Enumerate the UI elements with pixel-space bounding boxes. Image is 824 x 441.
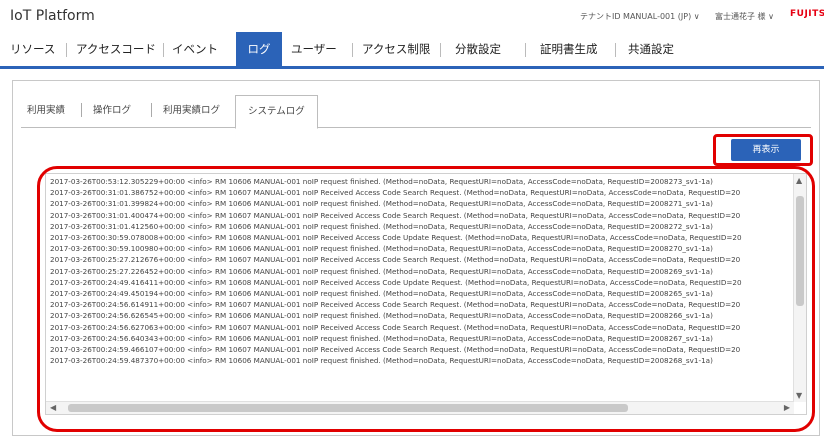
app-title: IoT Platform <box>10 8 95 24</box>
nav-item-event[interactable]: イベント <box>172 32 218 66</box>
tab-usage[interactable]: 利用実績 <box>27 97 65 125</box>
tab-divider <box>81 103 82 117</box>
tab-divider <box>151 103 152 117</box>
user-menu[interactable]: 富士通花子 様 ∨ <box>715 11 774 22</box>
top-header: IoT Platform テナントID MANUAL-001 (JP) ∨ 富士… <box>0 0 824 32</box>
log-tabs: 利用実績 操作ログ 利用実績ログ システムログ <box>21 89 811 129</box>
tab-usage-log[interactable]: 利用実績ログ <box>163 97 220 125</box>
nav-divider <box>163 43 164 57</box>
log-highlight <box>37 166 815 432</box>
nav-item-common-settings[interactable]: 共通設定 <box>628 32 674 66</box>
nav-divider <box>615 43 616 57</box>
nav-item-access-restriction[interactable]: アクセス制限 <box>362 32 430 66</box>
nav-item-resources[interactable]: リソース <box>10 32 55 66</box>
main-nav: リソース アクセスコード イベント ログ ユーザー アクセス制限 分散設定 証明… <box>0 32 824 69</box>
fujitsu-logo: FUJITSU <box>790 9 824 19</box>
tenant-selector[interactable]: テナントID MANUAL-001 (JP) ∨ <box>580 11 700 22</box>
tab-operation-log[interactable]: 操作ログ <box>93 97 131 125</box>
tab-system-log[interactable]: システムログ <box>235 95 318 129</box>
nav-divider <box>440 43 441 57</box>
log-panel: 利用実績 操作ログ 利用実績ログ システムログ 再表示 2017-03-26T0… <box>12 80 820 436</box>
nav-item-users[interactable]: ユーザー <box>291 32 337 66</box>
nav-divider <box>525 43 526 57</box>
nav-divider <box>352 43 353 57</box>
nav-item-distribution[interactable]: 分散設定 <box>455 32 501 66</box>
nav-item-certificate[interactable]: 証明書生成 <box>540 32 598 66</box>
nav-divider <box>66 43 67 57</box>
refresh-button[interactable]: 再表示 <box>731 139 801 161</box>
nav-item-access-code[interactable]: アクセスコード <box>76 32 156 66</box>
nav-item-log[interactable]: ログ <box>236 32 282 66</box>
